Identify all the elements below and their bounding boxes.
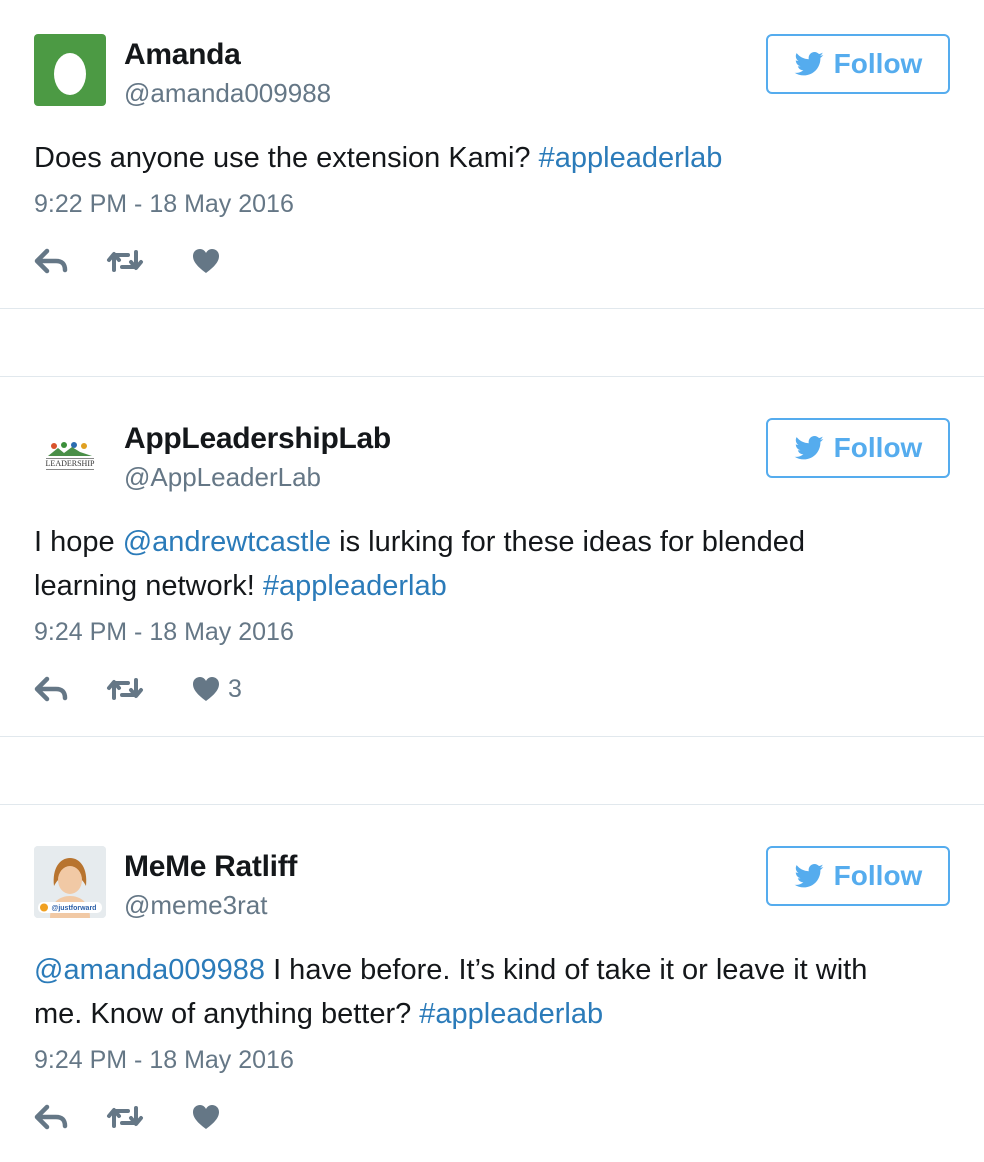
follow-button[interactable]: Follow [766,34,950,94]
heart-icon [193,1105,219,1129]
leadership-logo-icon: LEADERSHIP [46,442,95,470]
follow-button[interactable]: Follow [766,418,950,478]
retweet-button[interactable] [106,246,144,276]
egg-icon [54,53,86,95]
hashtag-link[interactable]: #appleaderlab [539,142,723,174]
heart-icon [193,249,219,273]
hashtag-link[interactable]: #appleaderlab [263,570,447,602]
user-handle[interactable]: @amanda009988 [124,78,331,109]
tweet-card: @justforward MeMe Ratliff @meme3rat Foll… [0,805,984,1162]
retweet-icon [107,678,143,700]
avatar-appleadershiplab[interactable]: LEADERSHIP [34,418,106,490]
retweet-icon [107,1106,143,1128]
logo-lettering: LEADERSHIP [46,459,95,468]
follow-label: Follow [833,860,923,891]
divider [0,308,984,309]
twitter-bird-icon [794,436,824,460]
avatar-egg[interactable] [34,34,106,106]
heart-icon [193,677,219,701]
tweet-card: Amanda @amanda009988 Follow Does anyone … [0,0,984,308]
tweet-card: LEADERSHIP AppLeadershipLab @AppLeaderLa… [0,377,984,735]
reply-icon [34,248,68,274]
follow-label: Follow [833,48,923,79]
display-name[interactable]: MeMe Ratliff [124,850,297,884]
tweet-text-segment: I hope [34,526,123,558]
retweet-icon [107,250,143,272]
display-name[interactable]: Amanda [124,38,241,72]
divider [0,736,984,737]
reply-icon [34,676,68,702]
mention-link[interactable]: @amanda009988 [34,954,265,986]
like-count: 3 [228,674,242,703]
reply-icon [34,1104,68,1130]
tweet-text: @amanda009988 I have before. It’s kind o… [34,948,914,1036]
like-button[interactable] [192,1102,228,1132]
badge-lettering: @justforward [52,905,97,912]
user-handle[interactable]: @meme3rat [124,890,267,921]
mention-link[interactable]: @andrewtcastle [123,526,331,558]
reply-button[interactable] [34,674,68,704]
twitter-bird-icon [794,52,824,76]
hashtag-link[interactable]: #appleaderlab [419,998,603,1030]
like-button[interactable] [192,246,228,276]
reply-button[interactable] [34,246,68,276]
tweet-text-segment: Does anyone use the extension Kami? [34,142,539,174]
tweet-timestamp[interactable]: 9:22 PM - 18 May 2016 [34,190,294,219]
retweet-button[interactable] [106,1102,144,1132]
avatar-meme-ratliff[interactable]: @justforward [34,846,106,918]
like-button[interactable]: 3 [192,674,242,704]
tweet-timestamp[interactable]: 9:24 PM - 18 May 2016 [34,1046,294,1075]
follow-label: Follow [833,432,923,463]
reply-button[interactable] [34,1102,68,1132]
retweet-button[interactable] [106,674,144,704]
tweet-text: Does anyone use the extension Kami? #app… [34,136,934,180]
tweet-timestamp[interactable]: 9:24 PM - 18 May 2016 [34,618,294,647]
display-name[interactable]: AppLeadershipLab [124,422,391,456]
tweet-text: I hope @andrewtcastle is lurking for the… [34,520,914,608]
twitter-bird-icon [794,864,824,888]
follow-button[interactable]: Follow [766,846,950,906]
user-handle[interactable]: @AppLeaderLab [124,462,321,493]
profile-photo-icon: @justforward [34,846,106,918]
